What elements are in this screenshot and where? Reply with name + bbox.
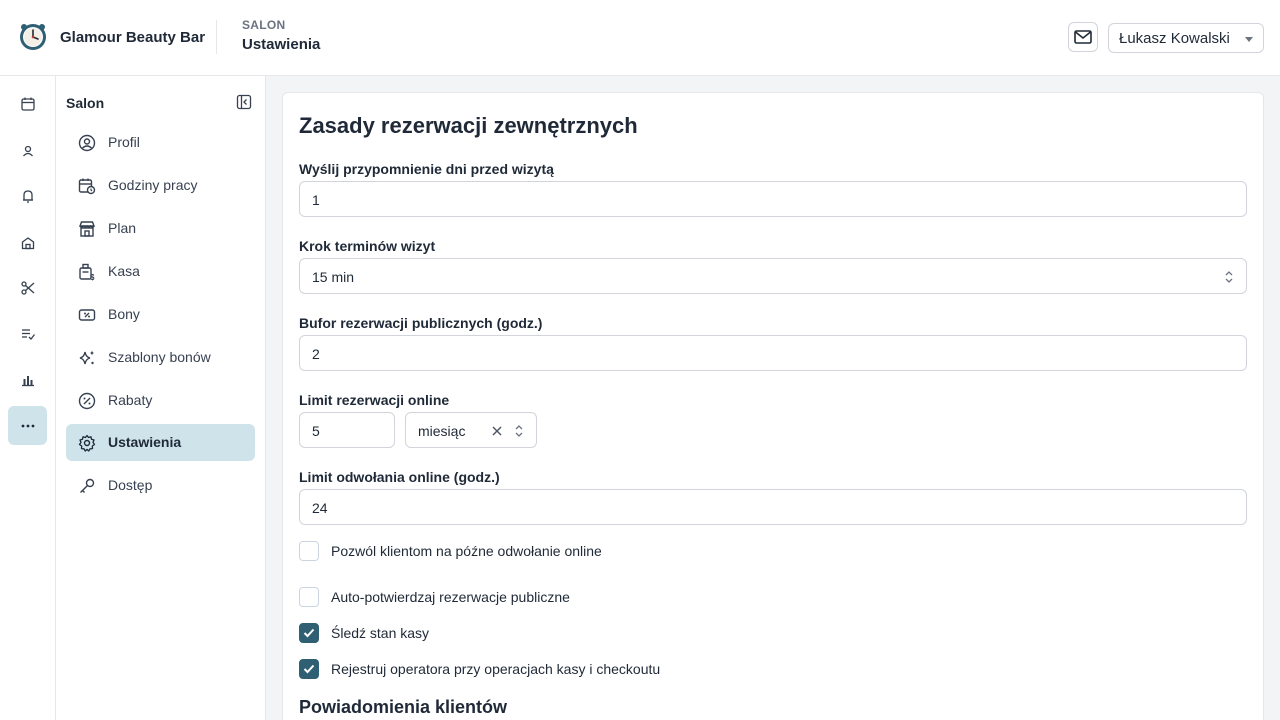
- mail-icon: [1074, 30, 1092, 44]
- app-header: Glamour Beauty Bar SALON Ustawienia Łuka…: [0, 0, 1280, 76]
- section-title: Powiadomienia klientów: [299, 697, 508, 717]
- online-limit-period-select[interactable]: miesiąc: [405, 412, 537, 448]
- building-icon: [21, 236, 34, 249]
- store-icon: [78, 221, 96, 237]
- buffer-hours-input[interactable]: 2: [299, 335, 1247, 371]
- reminder-days-value: 1: [312, 192, 320, 208]
- breadcrumb-section: SALON: [242, 18, 286, 32]
- subnav-item-szablony-bonow[interactable]: Szablony bonów: [66, 339, 255, 376]
- online-limit-input[interactable]: 5: [299, 412, 395, 448]
- late-cancel-checkbox[interactable]: [299, 541, 319, 561]
- rail-more[interactable]: [8, 406, 47, 445]
- online-limit-period-value: miesiąc: [418, 423, 466, 439]
- more-icon: [21, 424, 34, 427]
- chevron-up-down-icon: [515, 425, 523, 437]
- user-circle-icon: [78, 134, 96, 152]
- subnav-item-label: Kasa: [108, 263, 140, 279]
- slot-step-label: Krok terminów wizyt: [299, 238, 436, 254]
- calendar-clock-icon: [78, 178, 96, 195]
- rail-salon[interactable]: [8, 223, 47, 262]
- subnav-item-label: Plan: [108, 220, 137, 236]
- subnav-item-ustawienia[interactable]: Ustawienia: [66, 424, 255, 461]
- rail-calendar[interactable]: [8, 84, 47, 123]
- salon-subnav: Salon Profil Godziny pracy Plan $ Kasa B…: [56, 76, 266, 720]
- subnav-item-label: Rabaty: [108, 392, 153, 408]
- subnav-item-label: Bony: [108, 306, 140, 322]
- settings-icon: [78, 434, 96, 452]
- user-menu-select[interactable]: Łukasz Kowalski: [1108, 23, 1264, 53]
- online-limit-value: 5: [312, 423, 320, 439]
- checklist-icon: [21, 328, 35, 340]
- subnav-item-label: Szablony bonów: [108, 349, 211, 365]
- discount-icon: [78, 392, 96, 410]
- late-cancel-label: Pozwól klientom na późne odwołanie onlin…: [331, 543, 602, 559]
- subnav-item-dostep[interactable]: Dostęp: [66, 467, 255, 504]
- cancel-limit-input[interactable]: 24: [299, 489, 1247, 525]
- booking-rules-card: Zasady rezerwacji zewnętrznych Wyślij pr…: [282, 92, 1264, 720]
- cancel-limit-value: 24: [312, 500, 328, 516]
- buffer-hours-value: 2: [312, 346, 320, 362]
- brand-name: Glamour Beauty Bar: [60, 29, 206, 46]
- buffer-label: Bufor rezerwacji publicznych (godz.): [299, 315, 543, 331]
- header-divider: [216, 20, 217, 54]
- checkmark-icon: [303, 664, 315, 674]
- rail-reports[interactable]: [8, 360, 47, 399]
- chevron-up-down-icon: [1225, 271, 1233, 283]
- bar-chart-icon: [21, 375, 34, 386]
- bell-icon: [22, 189, 33, 203]
- checkmark-icon: [303, 628, 315, 638]
- subnav-item-plan[interactable]: Plan: [66, 210, 255, 247]
- page-title: Ustawienia: [242, 36, 321, 53]
- users-icon: [22, 145, 33, 156]
- subnav-item-label: Ustawienia: [108, 434, 182, 450]
- track-cash-checkbox[interactable]: [299, 623, 319, 643]
- subnav-item-godziny-pracy[interactable]: Godziny pracy: [66, 167, 255, 204]
- subnav-title: Salon: [66, 95, 105, 111]
- subnav-item-bony[interactable]: Bony: [66, 296, 255, 333]
- close-icon[interactable]: [490, 424, 504, 438]
- svg-text:$: $: [90, 273, 95, 281]
- reminder-days-input[interactable]: 1: [299, 181, 1247, 217]
- rail-services[interactable]: [8, 268, 47, 307]
- cash-register-icon: $: [79, 263, 95, 281]
- auto-confirm-label: Auto-potwierdzaj rezerwacje publiczne: [331, 589, 570, 605]
- key-icon: [80, 478, 95, 493]
- rail-clients[interactable]: [8, 131, 47, 170]
- subnav-item-label: Profil: [108, 134, 140, 150]
- subnav-item-label: Dostęp: [108, 477, 153, 493]
- user-name: Łukasz Kowalski: [1119, 30, 1230, 47]
- sidebar-collapse-icon[interactable]: [236, 94, 252, 110]
- subnav-item-profil[interactable]: Profil: [66, 124, 255, 161]
- log-operator-label: Rejestruj operatora przy operacjach kasy…: [331, 661, 661, 677]
- messages-button[interactable]: [1068, 22, 1098, 52]
- auto-confirm-checkbox[interactable]: [299, 587, 319, 607]
- reminder-label: Wyślij przypomnienie dni przed wizytą: [299, 161, 554, 177]
- scissors-icon: [20, 280, 34, 295]
- clock-logo-icon[interactable]: [18, 22, 48, 52]
- voucher-icon: [78, 309, 96, 321]
- sparkles-icon: [79, 350, 94, 365]
- subnav-item-label: Godziny pracy: [108, 177, 198, 193]
- calendar-icon: [20, 97, 35, 111]
- log-operator-checkbox[interactable]: [299, 659, 319, 679]
- slot-step-value: 15 min: [312, 269, 355, 285]
- icon-rail: [0, 76, 56, 720]
- card-title: Zasady rezerwacji zewnętrznych: [299, 113, 638, 138]
- subnav-item-kasa[interactable]: $ Kasa: [66, 253, 255, 290]
- subnav-item-rabaty[interactable]: Rabaty: [66, 382, 255, 419]
- rail-notifications[interactable]: [8, 176, 47, 215]
- rail-tasks[interactable]: [8, 314, 47, 353]
- online-limit-label: Limit rezerwacji online: [299, 392, 450, 408]
- chevron-down-icon: [1245, 37, 1253, 42]
- track-cash-label: Śledź stan kasy: [331, 625, 430, 641]
- cancel-limit-label: Limit odwołania online (godz.): [299, 469, 500, 485]
- slot-step-select[interactable]: 15 min: [299, 258, 1247, 294]
